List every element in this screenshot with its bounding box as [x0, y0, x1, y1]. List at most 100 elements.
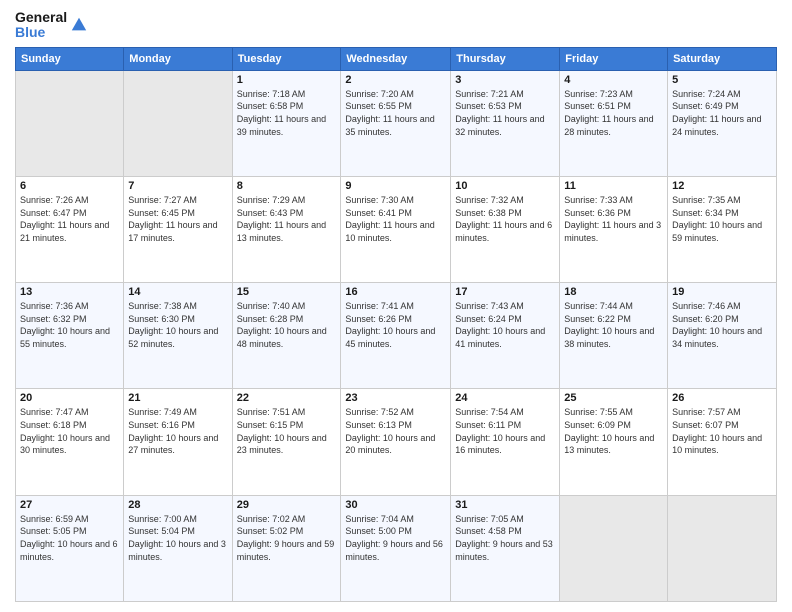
day-detail: Sunrise: 7:18 AM Sunset: 6:58 PM Dayligh…: [237, 88, 337, 138]
calendar-cell: 1Sunrise: 7:18 AM Sunset: 6:58 PM Daylig…: [232, 70, 341, 176]
calendar-cell: 20 Sunrise: 7:47 AM Sunset: 6:18 PM Dayli…: [16, 389, 124, 495]
day-number: 19: [672, 286, 772, 298]
calendar-cell: 2 Sunrise: 7:20 AM Sunset: 6:55 PM Daylig…: [341, 70, 451, 176]
day-detail: Sunrise: 7:35 AM Sunset: 6:34 PM Dayligh…: [672, 194, 772, 244]
day-number: 27: [20, 499, 119, 511]
day-detail: Sunrise: 7:23 AM Sunset: 6:51 PM Dayligh…: [564, 88, 663, 138]
weekday-header-thursday: Thursday: [451, 47, 560, 70]
day-number: 4: [564, 74, 663, 86]
day-number: 20: [20, 392, 119, 404]
day-detail: Sunrise: 7:41 AM Sunset: 6:26 PM Dayligh…: [345, 300, 446, 350]
day-number: 31: [455, 499, 555, 511]
day-detail: Sunrise: 6:59 AM Sunset: 5:05 PM Dayligh…: [20, 513, 119, 563]
day-detail: Sunrise: 7:29 AM Sunset: 6:43 PM Dayligh…: [237, 194, 337, 244]
calendar-cell: 14 Sunrise: 7:38 AM Sunset: 6:30 PM Dayli…: [124, 283, 232, 389]
day-number: 16: [345, 286, 446, 298]
day-number: 17: [455, 286, 555, 298]
calendar-cell: 11 Sunrise: 7:33 AM Sunset: 6:36 PM Dayli…: [560, 177, 668, 283]
day-detail: Sunrise: 7:20 AM Sunset: 6:55 PM Dayligh…: [345, 88, 446, 138]
calendar-cell: 15 Sunrise: 7:40 AM Sunset: 6:28 PM Dayli…: [232, 283, 341, 389]
day-detail: Sunrise: 7:04 AM Sunset: 5:00 PM Dayligh…: [345, 513, 446, 563]
day-detail: Sunrise: 7:43 AM Sunset: 6:24 PM Dayligh…: [455, 300, 555, 350]
day-detail: Sunrise: 7:40 AM Sunset: 6:28 PM Dayligh…: [237, 300, 337, 350]
day-number: 22: [237, 392, 337, 404]
day-number: 13: [20, 286, 119, 298]
logo: GeneralBlue: [15, 10, 88, 41]
weekday-header-sunday: Sunday: [16, 47, 124, 70]
day-detail: Sunrise: 7:26 AM Sunset: 6:47 PM Dayligh…: [20, 194, 119, 244]
logo-icon: [70, 16, 88, 34]
weekday-header-wednesday: Wednesday: [341, 47, 451, 70]
calendar-cell: 8 Sunrise: 7:29 AM Sunset: 6:43 PM Daylig…: [232, 177, 341, 283]
day-number: 9: [345, 180, 446, 192]
calendar-cell: 21 Sunrise: 7:49 AM Sunset: 6:16 PM Dayli…: [124, 389, 232, 495]
calendar-cell: 16 Sunrise: 7:41 AM Sunset: 6:26 PM Dayli…: [341, 283, 451, 389]
day-detail: Sunrise: 7:24 AM Sunset: 6:49 PM Dayligh…: [672, 88, 772, 138]
day-number: 11: [564, 180, 663, 192]
calendar-cell: 27 Sunrise: 6:59 AM Sunset: 5:05 PM Dayli…: [16, 495, 124, 601]
day-detail: Sunrise: 7:54 AM Sunset: 6:11 PM Dayligh…: [455, 406, 555, 456]
day-detail: Sunrise: 7:38 AM Sunset: 6:30 PM Dayligh…: [128, 300, 227, 350]
calendar-cell: 25 Sunrise: 7:55 AM Sunset: 6:09 PM Dayli…: [560, 389, 668, 495]
day-detail: Sunrise: 7:21 AM Sunset: 6:53 PM Dayligh…: [455, 88, 555, 138]
day-detail: Sunrise: 7:30 AM Sunset: 6:41 PM Dayligh…: [345, 194, 446, 244]
calendar-cell: 5 Sunrise: 7:24 AM Sunset: 6:49 PM Daylig…: [668, 70, 777, 176]
day-number: 7: [128, 180, 227, 192]
calendar-cell: 10 Sunrise: 7:32 AM Sunset: 6:38 PM Dayli…: [451, 177, 560, 283]
day-detail: Sunrise: 7:32 AM Sunset: 6:38 PM Dayligh…: [455, 194, 555, 244]
day-detail: Sunrise: 7:27 AM Sunset: 6:45 PM Dayligh…: [128, 194, 227, 244]
day-detail: Sunrise: 7:55 AM Sunset: 6:09 PM Dayligh…: [564, 406, 663, 456]
logo-text: GeneralBlue: [15, 10, 67, 41]
page: GeneralBlue SundayMondayTuesdayWednesday…: [0, 0, 792, 612]
calendar-cell: 6Sunrise: 7:26 AM Sunset: 6:47 PM Daylig…: [16, 177, 124, 283]
day-number: 5: [672, 74, 772, 86]
day-number: 2: [345, 74, 446, 86]
calendar-cell: 7 Sunrise: 7:27 AM Sunset: 6:45 PM Daylig…: [124, 177, 232, 283]
day-number: 28: [128, 499, 227, 511]
day-detail: Sunrise: 7:33 AM Sunset: 6:36 PM Dayligh…: [564, 194, 663, 244]
day-detail: Sunrise: 7:52 AM Sunset: 6:13 PM Dayligh…: [345, 406, 446, 456]
day-number: 25: [564, 392, 663, 404]
header: GeneralBlue: [15, 10, 777, 41]
day-detail: Sunrise: 7:00 AM Sunset: 5:04 PM Dayligh…: [128, 513, 227, 563]
calendar-table: SundayMondayTuesdayWednesdayThursdayFrid…: [15, 47, 777, 602]
calendar-cell: 22 Sunrise: 7:51 AM Sunset: 6:15 PM Dayli…: [232, 389, 341, 495]
day-number: 3: [455, 74, 555, 86]
day-number: 23: [345, 392, 446, 404]
calendar-cell: 29 Sunrise: 7:02 AM Sunset: 5:02 PM Dayli…: [232, 495, 341, 601]
calendar-cell: 3 Sunrise: 7:21 AM Sunset: 6:53 PM Daylig…: [451, 70, 560, 176]
calendar-cell: 26 Sunrise: 7:57 AM Sunset: 6:07 PM Dayli…: [668, 389, 777, 495]
day-number: 8: [237, 180, 337, 192]
day-number: 14: [128, 286, 227, 298]
day-detail: Sunrise: 7:44 AM Sunset: 6:22 PM Dayligh…: [564, 300, 663, 350]
day-number: 29: [237, 499, 337, 511]
calendar-cell: 24 Sunrise: 7:54 AM Sunset: 6:11 PM Dayli…: [451, 389, 560, 495]
calendar-cell: 12Sunrise: 7:35 AM Sunset: 6:34 PM Dayli…: [668, 177, 777, 283]
weekday-header-tuesday: Tuesday: [232, 47, 341, 70]
day-number: 18: [564, 286, 663, 298]
weekday-header-friday: Friday: [560, 47, 668, 70]
calendar-cell: 18 Sunrise: 7:44 AM Sunset: 6:22 PM Dayli…: [560, 283, 668, 389]
day-detail: Sunrise: 7:46 AM Sunset: 6:20 PM Dayligh…: [672, 300, 772, 350]
day-number: 15: [237, 286, 337, 298]
day-number: 26: [672, 392, 772, 404]
calendar-cell: 28 Sunrise: 7:00 AM Sunset: 5:04 PM Dayli…: [124, 495, 232, 601]
day-detail: Sunrise: 7:36 AM Sunset: 6:32 PM Dayligh…: [20, 300, 119, 350]
weekday-header-saturday: Saturday: [668, 47, 777, 70]
day-detail: Sunrise: 7:05 AM Sunset: 4:58 PM Dayligh…: [455, 513, 555, 563]
day-detail: Sunrise: 7:51 AM Sunset: 6:15 PM Dayligh…: [237, 406, 337, 456]
day-number: 30: [345, 499, 446, 511]
calendar-cell: 23 Sunrise: 7:52 AM Sunset: 6:13 PM Dayli…: [341, 389, 451, 495]
day-detail: Sunrise: 7:02 AM Sunset: 5:02 PM Dayligh…: [237, 513, 337, 563]
day-number: 10: [455, 180, 555, 192]
day-number: 24: [455, 392, 555, 404]
calendar-cell: 30 Sunrise: 7:04 AM Sunset: 5:00 PM Dayli…: [341, 495, 451, 601]
day-number: 21: [128, 392, 227, 404]
calendar-cell: [16, 70, 124, 176]
day-detail: Sunrise: 7:57 AM Sunset: 6:07 PM Dayligh…: [672, 406, 772, 456]
day-detail: Sunrise: 7:47 AM Sunset: 6:18 PM Dayligh…: [20, 406, 119, 456]
calendar-cell: 4 Sunrise: 7:23 AM Sunset: 6:51 PM Daylig…: [560, 70, 668, 176]
calendar-cell: 31 Sunrise: 7:05 AM Sunset: 4:58 PM Dayli…: [451, 495, 560, 601]
day-detail: Sunrise: 7:49 AM Sunset: 6:16 PM Dayligh…: [128, 406, 227, 456]
calendar-cell: 13 Sunrise: 7:36 AM Sunset: 6:32 PM Dayli…: [16, 283, 124, 389]
